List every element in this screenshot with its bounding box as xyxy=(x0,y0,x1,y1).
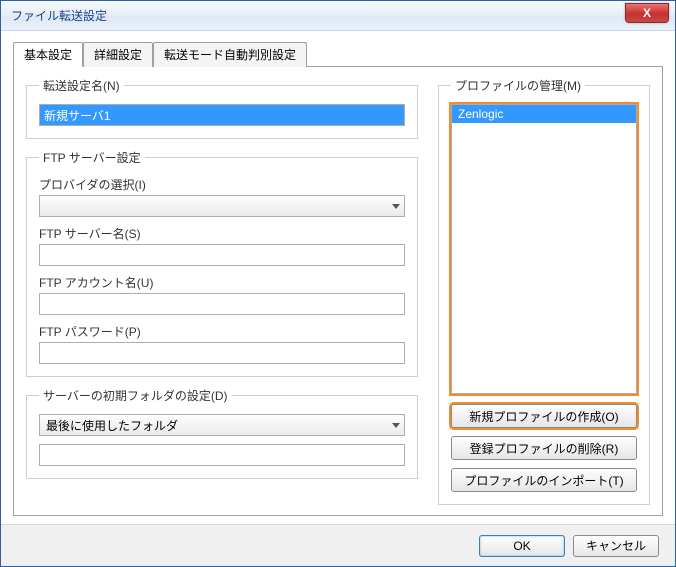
group-ftp-server: FTP サーバー設定 プロバイダの選択(I) FTP サーバー名(S) F xyxy=(26,149,418,377)
tab-detail[interactable]: 詳細設定 xyxy=(83,42,153,67)
ftp-server-legend: FTP サーバー設定 xyxy=(39,149,145,166)
ftp-password-input[interactable] xyxy=(39,342,405,364)
transfer-name-input[interactable] xyxy=(39,104,405,126)
init-folder-combo-value: 最後に使用したフォルダ xyxy=(46,417,178,434)
tab-strip: 基本設定 詳細設定 転送モード自動判別設定 xyxy=(13,41,663,66)
transfer-name-legend: 転送設定名(N) xyxy=(39,77,124,94)
cancel-button[interactable]: キャンセル xyxy=(573,535,659,557)
tab-basic[interactable]: 基本設定 xyxy=(13,42,83,67)
profile-manage-legend: プロファイルの管理(M) xyxy=(451,77,585,94)
ftp-server-name-input[interactable] xyxy=(39,244,405,266)
dialog-footer: OK キャンセル xyxy=(1,524,675,566)
close-button[interactable]: X xyxy=(625,3,669,23)
titlebar: ファイル転送設定 X xyxy=(1,1,675,31)
ftp-server-name-label: FTP サーバー名(S) xyxy=(39,225,405,242)
chevron-down-icon xyxy=(392,423,400,428)
provider-label: プロバイダの選択(I) xyxy=(39,176,405,193)
chevron-down-icon xyxy=(392,204,400,209)
group-init-folder: サーバーの初期フォルダの設定(D) 最後に使用したフォルダ xyxy=(26,387,418,479)
right-column: プロファイルの管理(M) Zenlogic 新規プロファイルの作成(O) 登録プ… xyxy=(438,77,650,505)
profile-item[interactable]: Zenlogic xyxy=(452,105,636,123)
import-profile-button[interactable]: プロファイルのインポート(T) xyxy=(451,468,637,492)
init-folder-combo[interactable]: 最後に使用したフォルダ xyxy=(39,414,405,436)
close-icon: X xyxy=(643,6,651,20)
group-transfer-name: 転送設定名(N) xyxy=(26,77,418,139)
delete-profile-button[interactable]: 登録プロファイルの削除(R) xyxy=(451,436,637,460)
group-profile-manage: プロファイルの管理(M) Zenlogic 新規プロファイルの作成(O) 登録プ… xyxy=(438,77,650,505)
provider-combo[interactable] xyxy=(39,195,405,217)
profile-listbox[interactable]: Zenlogic xyxy=(451,104,637,394)
left-column: 転送設定名(N) FTP サーバー設定 プロバイダの選択(I) FTP サーバー… xyxy=(26,77,418,505)
ftp-password-label: FTP パスワード(P) xyxy=(39,323,405,340)
window-title: ファイル転送設定 xyxy=(11,7,107,24)
tab-auto[interactable]: 転送モード自動判別設定 xyxy=(153,42,307,67)
ok-button[interactable]: OK xyxy=(479,535,565,557)
init-folder-legend: サーバーの初期フォルダの設定(D) xyxy=(39,387,232,404)
dialog-window: ファイル転送設定 X 基本設定 詳細設定 転送モード自動判別設定 転送設定名(N… xyxy=(0,0,676,567)
dialog-body: 基本設定 詳細設定 転送モード自動判別設定 転送設定名(N) FTP サーバー設… xyxy=(1,31,675,524)
ftp-account-input[interactable] xyxy=(39,293,405,315)
ftp-account-label: FTP アカウント名(U) xyxy=(39,274,405,291)
new-profile-button[interactable]: 新規プロファイルの作成(O) xyxy=(451,404,637,428)
tabpage-basic: 転送設定名(N) FTP サーバー設定 プロバイダの選択(I) FTP サーバー… xyxy=(13,66,663,516)
init-folder-input[interactable] xyxy=(39,444,405,466)
